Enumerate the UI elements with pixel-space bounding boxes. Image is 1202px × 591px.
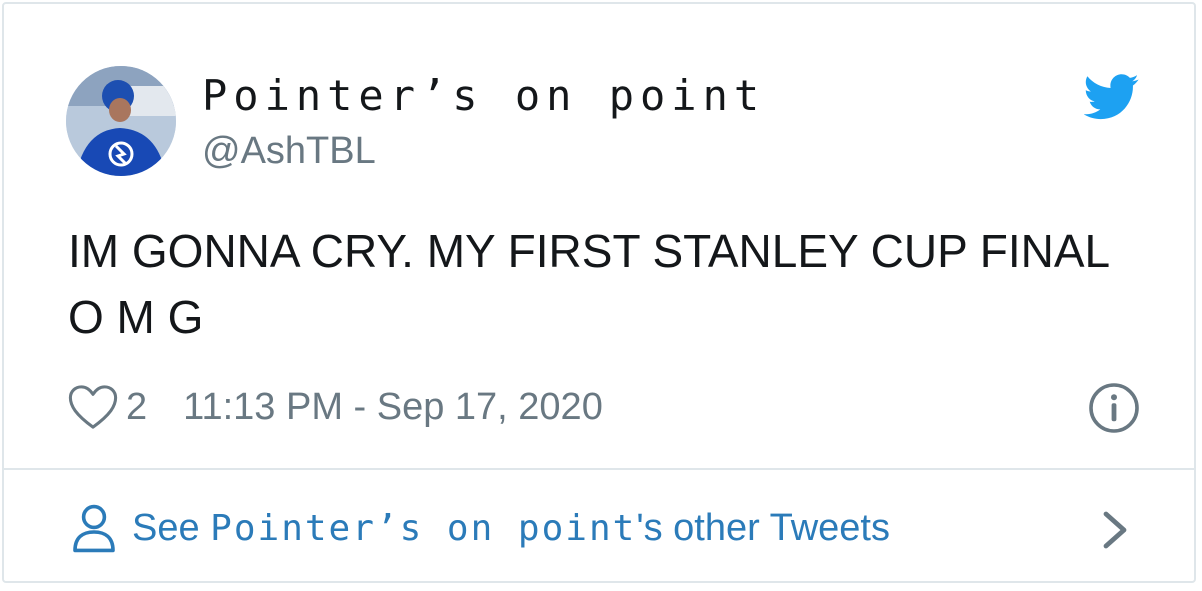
heart-icon[interactable] xyxy=(68,384,118,430)
user-handle[interactable]: @AshTBL xyxy=(202,128,376,174)
tweet-card: Pointer’s on point @AshTBL IM GONNA CRY.… xyxy=(2,2,1196,583)
other-tweets-prefix: See xyxy=(132,507,211,549)
chevron-right-icon[interactable] xyxy=(1100,508,1130,552)
avatar[interactable] xyxy=(66,66,176,176)
tweet-meta: 2 11:13 PM - Sep 17, 2020 xyxy=(68,380,603,434)
other-tweets-link[interactable]: See Pointer’s on point's other Tweets xyxy=(4,470,1194,583)
display-name[interactable]: Pointer’s on point xyxy=(202,70,765,122)
other-tweets-label[interactable]: See Pointer’s on point's other Tweets xyxy=(132,500,890,557)
person-icon xyxy=(73,504,115,553)
other-tweets-name: Pointer’s on point xyxy=(210,508,637,549)
tweet-timestamp[interactable]: 11:13 PM - Sep 17, 2020 xyxy=(183,386,603,429)
twitter-bird-icon[interactable] xyxy=(1084,74,1140,120)
like-count[interactable]: 2 xyxy=(126,386,147,429)
avatar-image xyxy=(66,66,176,176)
info-icon[interactable] xyxy=(1088,382,1140,434)
tweet-text: IM GONNA CRY. MY FIRST STANLEY CUP FINAL… xyxy=(68,225,1109,343)
other-tweets-suffix: 's other Tweets xyxy=(636,507,890,549)
